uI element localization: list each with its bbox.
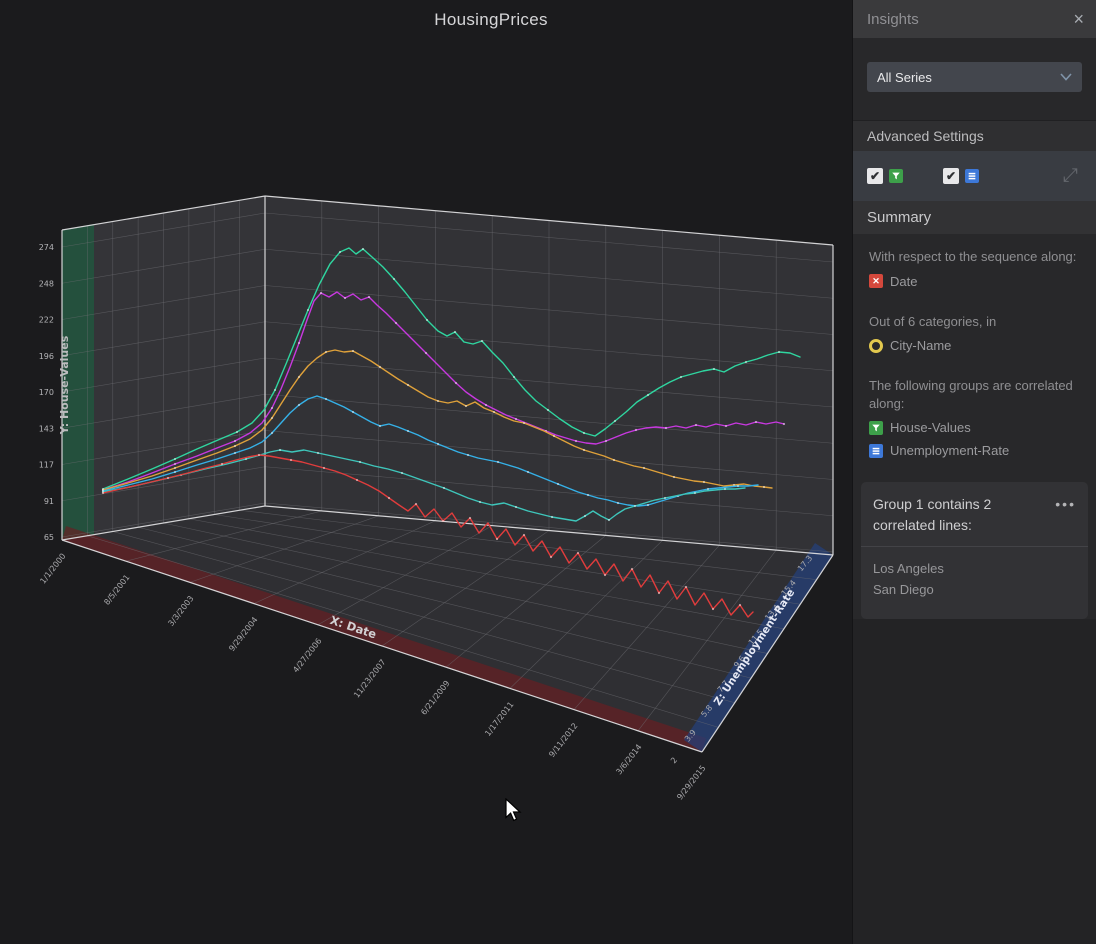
- summary-header: Summary: [853, 201, 1096, 234]
- svg-text:143: 143: [39, 424, 54, 433]
- svg-text:11/23/2007: 11/23/2007: [352, 658, 387, 700]
- series-dropdown-section: All Series: [853, 38, 1096, 120]
- svg-text:170: 170: [39, 388, 54, 397]
- plot-3d[interactable]: 274 248 222 196 170 143 117 91 65 1/1/2000 8/5/200…: [0, 0, 852, 944]
- unemployment-rate-toggle[interactable]: ✔: [943, 168, 979, 184]
- city-name-icon: [869, 338, 883, 353]
- group-item: Los Angeles: [873, 561, 944, 577]
- sequence-field-label: Date: [890, 273, 918, 289]
- unemployment-rate-axis-icon: [965, 169, 979, 183]
- svg-text:117: 117: [39, 461, 54, 470]
- panel-header: Insights ×: [853, 0, 1096, 38]
- categories-field-row: City-Name: [869, 338, 1080, 353]
- svg-text:248: 248: [39, 279, 54, 288]
- unemployment-rate-axis-icon: [869, 443, 883, 458]
- date-axis-icon: ✕: [869, 274, 883, 289]
- advanced-settings-label: Advanced Settings: [853, 120, 1096, 151]
- chart-area: HousingPrices 274 248 222 196 170 143 117 91 65 1…: [0, 0, 852, 944]
- panel-title: Insights: [867, 10, 919, 28]
- sidebar-empty-area: [853, 618, 1096, 944]
- insights-panel: Insights × All Series Advanced Settings …: [852, 0, 1096, 944]
- group-card-body: Los Angeles San Diego: [861, 546, 1088, 619]
- group-card-header: Group 1 contains 2 correlated lines: •••: [861, 482, 1088, 546]
- svg-text:274: 274: [39, 243, 54, 252]
- svg-text:91: 91: [44, 497, 54, 506]
- correlated-field-row: Unemployment-Rate: [869, 443, 1080, 458]
- summary-categories-text: Out of 6 categories, in: [869, 313, 997, 329]
- svg-text:196: 196: [39, 352, 54, 361]
- house-values-toggle[interactable]: ✔: [867, 168, 903, 184]
- axis-toggle-row: ✔ ✔ ⤢: [853, 151, 1096, 201]
- series-dropdown[interactable]: All Series: [867, 62, 1082, 92]
- correlated-field-label: Unemployment-Rate: [890, 443, 1010, 459]
- correlated-field-row: House-Values: [869, 420, 1080, 435]
- categories-field-label: City-Name: [890, 338, 952, 354]
- correlated-field-label: House-Values: [890, 420, 971, 436]
- svg-text:65: 65: [44, 533, 54, 542]
- group-card-title: Group 1 contains 2 correlated lines:: [873, 496, 992, 534]
- app-window: HousingPrices 274 248 222 196 170 143 117 91 65 1…: [0, 0, 1096, 944]
- svg-text:1/1/2000: 1/1/2000: [38, 552, 67, 586]
- summary-body: With respect to the sequence along: ✕ Da…: [853, 234, 1096, 473]
- svg-text:3/6/2014: 3/6/2014: [614, 742, 643, 776]
- chevron-down-icon: [1060, 73, 1072, 81]
- svg-text:1/17/2011: 1/17/2011: [483, 700, 515, 738]
- svg-text:9/29/2004: 9/29/2004: [227, 615, 259, 653]
- svg-text:9/29/2015: 9/29/2015: [675, 764, 707, 802]
- close-icon[interactable]: ×: [1073, 10, 1084, 28]
- summary-correlated-text: The following groups are correlated alon…: [869, 378, 1073, 411]
- group-item: San Diego: [873, 581, 934, 597]
- expand-icon[interactable]: ⤢: [1063, 165, 1078, 187]
- svg-text:Y: House-Values: Y: House-Values: [58, 335, 71, 435]
- series-dropdown-value: All Series: [877, 69, 932, 85]
- svg-text:2: 2: [669, 756, 679, 766]
- svg-text:8/5/2001: 8/5/2001: [102, 573, 131, 607]
- checkbox-checked-icon[interactable]: ✔: [943, 168, 959, 184]
- svg-text:3/3/2003: 3/3/2003: [166, 594, 195, 628]
- sequence-field-row: ✕ Date: [869, 274, 1080, 289]
- svg-text:222: 222: [39, 316, 54, 325]
- svg-text:9/11/2012: 9/11/2012: [547, 721, 579, 759]
- house-values-axis-icon: [889, 169, 903, 183]
- svg-text:6/21/2009: 6/21/2009: [419, 679, 451, 717]
- checkbox-checked-icon[interactable]: ✔: [867, 168, 883, 184]
- more-menu-button[interactable]: •••: [1055, 494, 1076, 515]
- summary-sequence-text: With respect to the sequence along:: [869, 249, 1077, 264]
- house-values-axis-icon: [869, 420, 883, 435]
- group-card: Group 1 contains 2 correlated lines: •••…: [861, 482, 1088, 619]
- svg-text:4/27/2006: 4/27/2006: [291, 636, 323, 674]
